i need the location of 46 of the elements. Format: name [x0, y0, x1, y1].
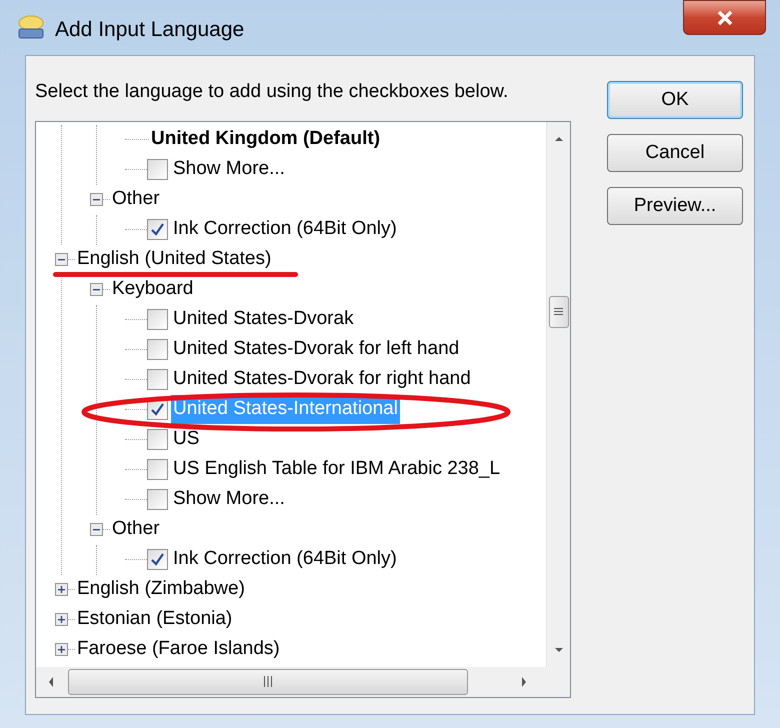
checkbox[interactable]	[147, 459, 168, 480]
tree-item[interactable]: Other	[110, 515, 162, 544]
tree-item[interactable]: United States-Dvorak for left hand	[171, 335, 462, 364]
checkbox[interactable]	[147, 489, 168, 510]
tree-item[interactable]: United Kingdom (Default)	[149, 125, 382, 154]
checkbox[interactable]	[147, 369, 168, 390]
checkbox[interactable]	[147, 309, 168, 330]
tree-item[interactable]: United States-Dvorak	[171, 305, 356, 334]
window-title: Add Input Language	[55, 17, 244, 43]
dialog-button[interactable]: OK	[607, 81, 743, 119]
tree-item[interactable]: Keyboard	[110, 275, 196, 304]
collapse-toggle[interactable]	[90, 523, 103, 536]
tree-item[interactable]: Faroese (Faroe Islands)	[75, 635, 282, 664]
dialog-button[interactable]: Preview...	[607, 187, 743, 225]
tree-item[interactable]: Estonian (Estonia)	[75, 605, 234, 634]
dialog-button[interactable]: Cancel	[607, 134, 743, 172]
tree-item[interactable]: English (United States)	[75, 245, 274, 274]
collapse-toggle[interactable]	[55, 253, 68, 266]
tree-item[interactable]: English (Zimbabwe)	[75, 575, 247, 604]
scroll-thumb[interactable]	[548, 296, 568, 328]
tree-item[interactable]: US	[171, 425, 202, 454]
checkbox[interactable]	[147, 549, 168, 570]
tree-item[interactable]: Ink Correction (64Bit Only)	[171, 215, 399, 244]
close-button[interactable]	[683, 0, 766, 35]
vertical-scrollbar[interactable]	[546, 122, 570, 666]
tree-item[interactable]: United States-Dvorak for right hand	[171, 365, 473, 394]
tree-item[interactable]: US English Table for IBM Arabic 238_L	[171, 455, 502, 484]
grip-icon	[554, 307, 563, 316]
tree-item[interactable]: Show More...	[171, 485, 287, 514]
instruction-text: Select the language to add using the checkboxes below.	[35, 80, 510, 104]
expand-toggle[interactable]	[55, 583, 68, 596]
checkbox[interactable]	[147, 339, 168, 360]
tree-item[interactable]: Other	[110, 185, 162, 214]
tree-item[interactable]: Ink Correction (64Bit Only)	[171, 545, 399, 574]
grip-icon	[263, 676, 273, 687]
expand-toggle[interactable]	[55, 643, 68, 656]
close-icon	[716, 10, 734, 26]
collapse-toggle[interactable]	[90, 283, 103, 296]
collapse-toggle[interactable]	[90, 193, 103, 206]
checkbox[interactable]	[147, 219, 168, 240]
scroll-thumb[interactable]	[68, 668, 468, 694]
checkbox[interactable]	[147, 429, 168, 450]
tree-item[interactable]: Show More...	[171, 155, 287, 184]
expand-toggle[interactable]	[55, 613, 68, 626]
checkbox[interactable]	[147, 159, 168, 180]
horizontal-scrollbar[interactable]	[36, 666, 570, 696]
